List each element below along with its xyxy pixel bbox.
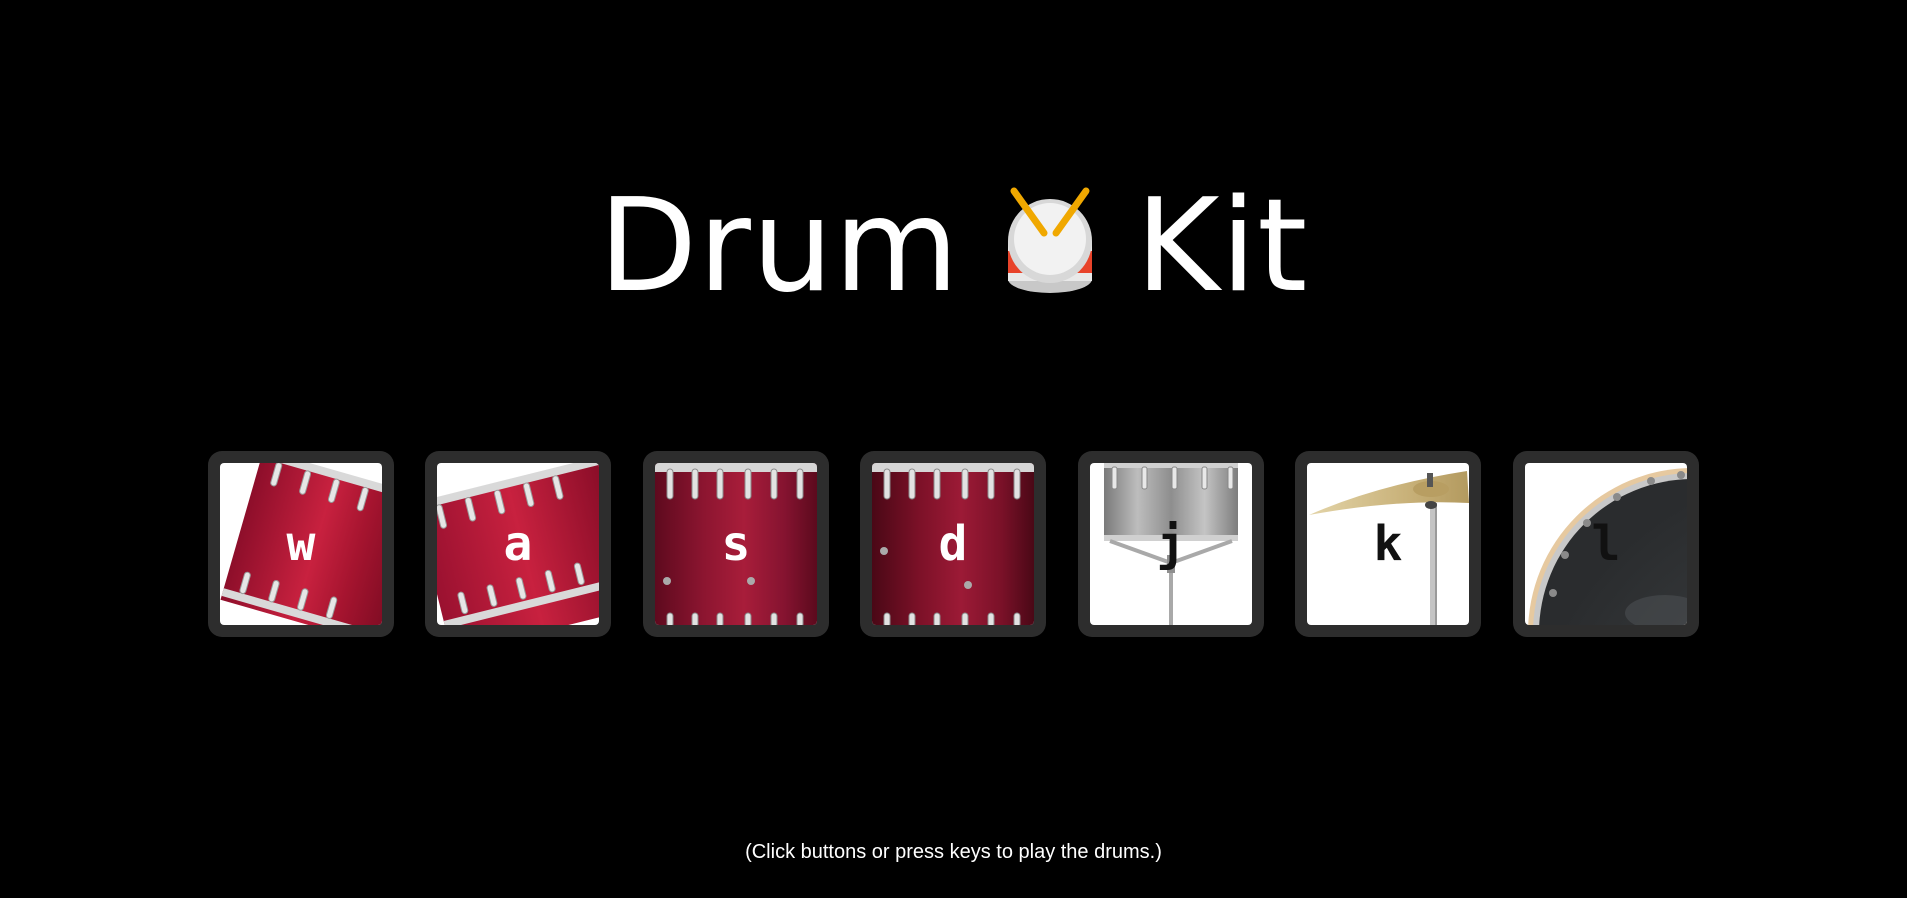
pad-key-label: s — [721, 516, 751, 572]
drum-pad-k[interactable]: k — [1295, 451, 1481, 637]
drum-pad-image: d — [872, 463, 1034, 625]
drum-pads: w a s d j k l — [208, 451, 1700, 637]
page-title: Drum Kit — [0, 164, 1907, 322]
drum-pad-j[interactable]: j — [1078, 451, 1264, 637]
drum-pad-image: j — [1090, 463, 1252, 625]
drum-kit-page: Drum Kit w a s d j k l (Click buttons or… — [0, 0, 1907, 898]
drum-pad-a[interactable]: a — [425, 451, 611, 637]
drum-pad-image: k — [1307, 463, 1469, 625]
title-text-drum: Drum — [598, 171, 960, 321]
drum-pad-image: a — [437, 463, 599, 625]
drum-emoji-icon — [1000, 181, 1100, 301]
drum-pad-d[interactable]: d — [860, 451, 1046, 637]
pad-key-label: k — [1373, 516, 1403, 572]
instructions-text: (Click buttons or press keys to play the… — [745, 841, 1162, 863]
drum-pad-image: l — [1525, 463, 1687, 625]
title-text-kit: Kit — [1135, 171, 1309, 321]
pad-key-label: l — [1591, 516, 1621, 572]
pad-key-label: j — [1156, 516, 1186, 572]
drum-pad-w[interactable]: w — [208, 451, 394, 637]
pad-key-label: a — [503, 516, 533, 572]
drum-pad-image: s — [655, 463, 817, 625]
drum-pad-image: w — [220, 463, 382, 625]
pad-key-label: d — [938, 516, 968, 572]
drum-pad-s[interactable]: s — [643, 451, 829, 637]
pad-key-label: w — [286, 516, 316, 572]
drum-pad-l[interactable]: l — [1513, 451, 1699, 637]
